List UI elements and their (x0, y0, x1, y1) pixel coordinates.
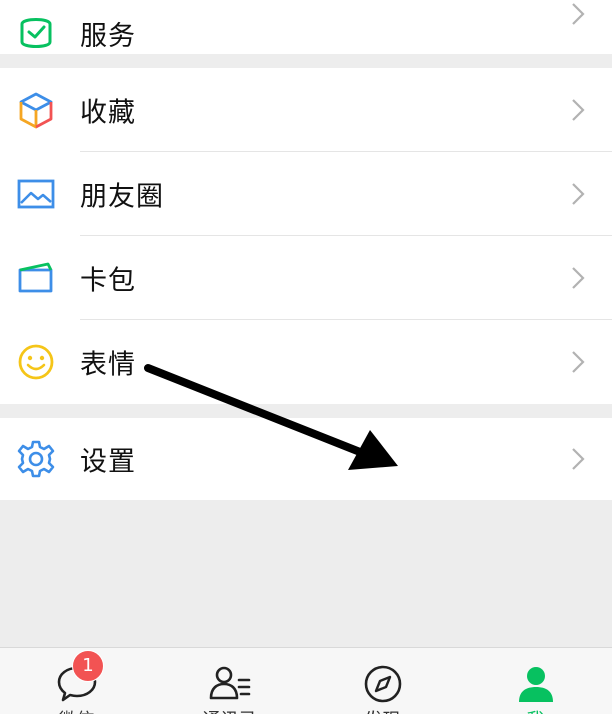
menu-group-service: 服务 (0, 0, 612, 54)
menu-item-label: 卡包 (80, 265, 136, 297)
bottom-tab-bar: 1 微信 通讯录 发现 我 (0, 647, 612, 714)
chevron-right-icon (572, 448, 585, 470)
menu-item-stickers[interactable]: 表情 (0, 320, 612, 404)
chevron-right-icon (572, 351, 585, 373)
favorites-cube-icon (19, 92, 53, 129)
menu-item-label: 表情 (80, 349, 136, 381)
compass-icon (364, 665, 401, 703)
tab-chats[interactable]: 1 微信 (0, 648, 153, 714)
person-icon (518, 667, 553, 702)
menu-item-service[interactable]: 服务 (0, 0, 612, 54)
moments-picture-icon (17, 179, 55, 209)
menu-item-label: 服务 (80, 21, 136, 52)
service-wallet-icon (20, 18, 52, 48)
menu-group-main: 收藏 朋友圈 卡包 表情 (0, 68, 612, 404)
tab-discover[interactable]: 发现 (306, 648, 459, 714)
menu-item-favorites[interactable]: 收藏 (0, 68, 612, 152)
chevron-right-icon (572, 267, 585, 289)
card-wallet-icon (18, 262, 53, 293)
menu-group-settings: 设置 (0, 418, 612, 500)
tab-me[interactable]: 我 (459, 648, 612, 714)
chevron-right-icon (572, 183, 585, 205)
menu-item-label: 设置 (80, 446, 136, 478)
menu-item-cards[interactable]: 卡包 (0, 236, 612, 320)
tab-contacts[interactable]: 通讯录 (153, 648, 306, 714)
chevron-right-icon (572, 99, 585, 121)
chevron-right-icon (572, 3, 585, 25)
menu-item-label: 收藏 (80, 97, 136, 129)
menu-item-label: 朋友圈 (80, 181, 164, 213)
unread-badge: 1 (72, 650, 104, 682)
menu-item-moments[interactable]: 朋友圈 (0, 152, 612, 236)
menu-item-settings[interactable]: 设置 (0, 418, 612, 500)
smiley-icon (18, 344, 54, 380)
contacts-icon (209, 666, 250, 700)
gear-icon (17, 440, 55, 478)
